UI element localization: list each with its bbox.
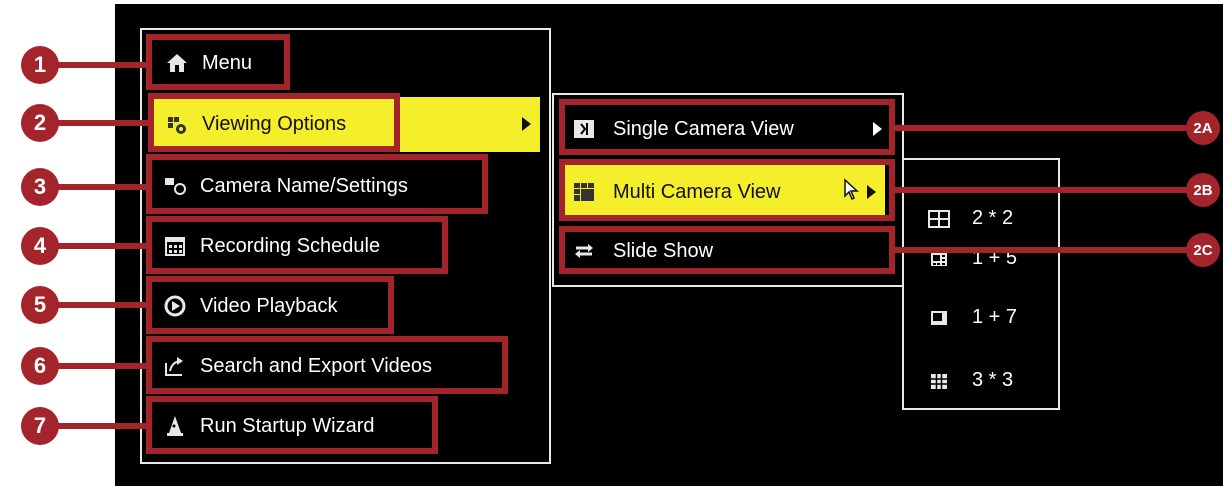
slideshow-icon (573, 240, 595, 262)
menu-item-label: Search and Export Videos (200, 354, 433, 377)
layout-item-2x2[interactable]: 2 * 2 (928, 207, 1013, 230)
multi-camera-icon (573, 181, 595, 203)
layout-item-label: 3 * 3 (972, 369, 1014, 391)
callout-6: 6 (21, 347, 59, 385)
cursor-icon (843, 178, 861, 208)
layout-item-1plus7[interactable]: 1 + 7 (928, 306, 1017, 329)
menu-item-camera-settings[interactable]: Camera Name/Settings (150, 160, 486, 212)
grid-1plus7-icon (928, 307, 950, 329)
connector-line-2b (893, 187, 1193, 193)
grid-3x3-icon (928, 370, 950, 392)
layout-item-label: 2 * 2 (972, 207, 1014, 229)
connector-line-2c (893, 247, 1193, 253)
callout-7: 7 (21, 407, 59, 445)
submenu-arrow-icon (867, 185, 876, 199)
submenu-arrow-icon (873, 122, 882, 136)
menu-item-label: Camera Name/Settings (200, 174, 408, 197)
export-icon (164, 355, 186, 377)
callout-2: 2 (21, 104, 59, 142)
viewing-options-icon (166, 114, 188, 136)
submenu-item-label: Multi Camera View (613, 180, 781, 203)
playback-icon (164, 295, 186, 317)
callout-2b: 2B (1186, 173, 1220, 207)
callout-3: 3 (21, 168, 59, 206)
menu-item-recording-schedule[interactable]: Recording Schedule (150, 220, 446, 272)
connector-line-2a (893, 125, 1193, 131)
menu-item-label: Video Playback (200, 294, 338, 317)
submenu-item-single-camera-view[interactable]: Single Camera View (563, 103, 893, 155)
submenu-arrow-icon (522, 117, 531, 131)
menu-item-label: Menu (202, 51, 253, 74)
submenu-item-multi-camera-view[interactable]: Multi Camera View (565, 163, 885, 221)
callout-2c: 2C (1186, 233, 1220, 267)
wizard-icon (164, 415, 186, 437)
layout-item-label: 1 + 7 (972, 306, 1018, 328)
callout-4: 4 (21, 227, 59, 265)
callout-1: 1 (21, 46, 59, 84)
menu-item-startup-wizard[interactable]: Run Startup Wizard (150, 400, 436, 452)
menu-item-label: Recording Schedule (200, 234, 381, 257)
layout-item-3x3[interactable]: 3 * 3 (928, 369, 1013, 392)
home-icon (166, 52, 188, 74)
calendar-icon (164, 235, 186, 257)
camera-icon (164, 175, 186, 197)
menu-item-label: Run Startup Wizard (200, 414, 375, 437)
menu-item-search-export[interactable]: Search and Export Videos (150, 340, 506, 392)
menu-item-label: Viewing Options (202, 113, 347, 135)
menu-item-viewing-options[interactable]: Viewing Options (152, 97, 540, 152)
grid-2x2-icon (928, 208, 950, 230)
submenu-item-slide-show[interactable]: Slide Show (563, 228, 893, 274)
submenu-item-label: Slide Show (613, 239, 714, 262)
single-camera-icon (573, 118, 595, 140)
menu-item-video-playback[interactable]: Video Playback (150, 280, 392, 332)
callout-5: 5 (21, 286, 59, 324)
menu-item-menu[interactable]: Menu (150, 38, 286, 88)
submenu-item-label: Single Camera View (613, 117, 794, 140)
callout-2a: 2A (1186, 111, 1220, 145)
